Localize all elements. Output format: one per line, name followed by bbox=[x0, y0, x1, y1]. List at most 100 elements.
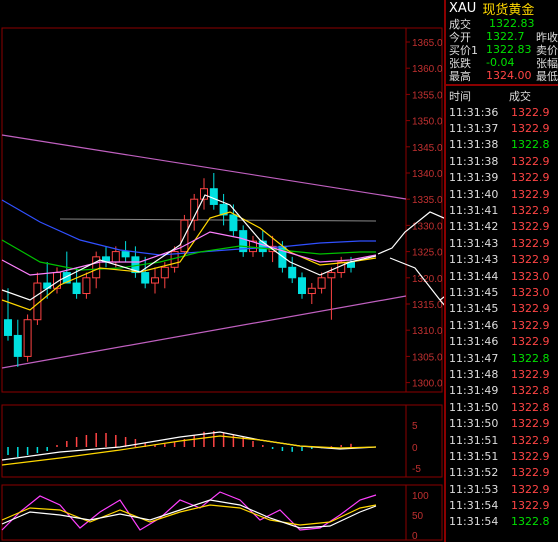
price-axis-label: 1340.0 bbox=[412, 169, 443, 180]
tick-price: 1322.9 bbox=[511, 302, 550, 316]
tick-time: 11:31:45 bbox=[449, 302, 499, 316]
macd-axis-label: 0 bbox=[412, 443, 418, 454]
tick-price: 1322.9 bbox=[511, 466, 550, 480]
ticks-header-time: 时间 bbox=[449, 90, 471, 103]
symbol-code: XAU bbox=[449, 1, 477, 16]
tick-row[interactable]: 11:31:43 1322.9 bbox=[446, 252, 558, 268]
macd-axis-label: -5 bbox=[412, 464, 421, 475]
candle-down bbox=[288, 266, 297, 279]
tick-price: 1322.8 bbox=[511, 515, 550, 529]
tick-time: 11:31:38 bbox=[449, 154, 499, 168]
resistance-line bbox=[59, 218, 377, 222]
candle-up bbox=[317, 277, 326, 289]
tick-row[interactable]: 11:31:40 1322.9 bbox=[446, 186, 558, 202]
tick-row[interactable]: 11:31:46 1322.9 bbox=[446, 333, 558, 349]
candle-up bbox=[111, 251, 120, 263]
tick-time: 11:31:50 bbox=[449, 417, 499, 431]
tick-time: 11:31:40 bbox=[449, 187, 499, 201]
tick-price: 1322.9 bbox=[511, 220, 550, 234]
macd-dea-line bbox=[1, 435, 377, 466]
tick-row[interactable]: 11:31:53 1322.9 bbox=[446, 481, 558, 497]
price-axis-label: 1350.0 bbox=[412, 117, 443, 128]
tick-row[interactable]: 11:31:46 1322.9 bbox=[446, 317, 558, 333]
tick-time: 11:31:51 bbox=[449, 449, 499, 463]
price-axis-label: 1365.0 bbox=[412, 38, 443, 49]
tick-time: 11:31:46 bbox=[449, 335, 499, 349]
tick-time: 11:31:41 bbox=[449, 204, 499, 218]
tick-time: 11:31:45 bbox=[449, 285, 499, 299]
candlestick-chart[interactable]: 1365.0 1360.0 1355.0 1350.0 1345.0 1340.0 1335… bbox=[0, 0, 444, 542]
quote-label: 最高 bbox=[449, 69, 471, 83]
candle-up bbox=[307, 287, 316, 295]
candle-down bbox=[229, 214, 238, 232]
tick-price: 1322.9 bbox=[511, 122, 550, 136]
tick-row[interactable]: 11:31:37 1322.9 bbox=[446, 120, 558, 136]
quote-panel: XAU 现货黄金 成交 1322.83 今开 1322.7 昨收 买价1 1322.83 卖价… bbox=[444, 0, 558, 542]
tick-time: 11:31:48 bbox=[449, 367, 499, 381]
candle-down bbox=[298, 277, 306, 295]
tick-row[interactable]: 11:31:36 1322.9 bbox=[446, 104, 558, 120]
candle-down bbox=[72, 282, 81, 295]
tick-price: 1322.9 bbox=[511, 187, 550, 201]
tick-row[interactable]: 11:31:47 1322.8 bbox=[446, 350, 558, 366]
quote-label-2: 卖价 bbox=[536, 43, 558, 57]
tick-row[interactable]: 11:31:54 1322.9 bbox=[446, 497, 558, 513]
tick-row[interactable]: 11:31:42 1322.9 bbox=[446, 219, 558, 235]
tick-price: 1322.8 bbox=[511, 351, 550, 365]
tick-price: 1322.9 bbox=[511, 105, 550, 119]
tick-row[interactable]: 11:31:39 1322.9 bbox=[446, 170, 558, 186]
tick-row[interactable]: 11:31:48 1322.9 bbox=[446, 366, 558, 382]
tick-row[interactable]: 11:31:51 1322.9 bbox=[446, 432, 558, 448]
tick-time: 11:31:46 bbox=[449, 318, 499, 332]
tick-row[interactable]: 11:31:49 1322.8 bbox=[446, 383, 558, 399]
quote-label-2: 最低 bbox=[536, 69, 558, 83]
price-axis-label: 1305.0 bbox=[412, 352, 443, 363]
tick-time: 11:31:47 bbox=[449, 351, 499, 365]
quote-label: 张跌 bbox=[449, 56, 471, 70]
ticks-list[interactable]: 11:31:36 1322.9 11:31:37 1322.9 11:31:38 1322… bbox=[446, 104, 558, 530]
price-axis-label: 1355.0 bbox=[412, 90, 443, 101]
price-axis-label: 1345.0 bbox=[412, 143, 443, 154]
tick-time: 11:31:43 bbox=[449, 236, 499, 250]
tick-price: 1322.9 bbox=[511, 204, 550, 218]
quote-label: 买价1 bbox=[449, 43, 478, 57]
chart-area[interactable]: 1365.0 1360.0 1355.0 1350.0 1345.0 1340.0 1335… bbox=[0, 0, 444, 542]
tick-price: 1323.0 bbox=[511, 269, 550, 283]
tick-time: 11:31:54 bbox=[449, 499, 499, 513]
tick-price: 1322.9 bbox=[511, 253, 550, 267]
tick-price: 1322.9 bbox=[511, 482, 550, 496]
tick-time: 11:31:44 bbox=[449, 269, 499, 283]
tick-row[interactable]: 11:31:45 1322.9 bbox=[446, 301, 558, 317]
tick-row[interactable]: 11:31:45 1323.0 bbox=[446, 284, 558, 300]
tick-row[interactable]: 11:31:41 1322.9 bbox=[446, 202, 558, 218]
macd-axis-label: 5 bbox=[412, 421, 418, 432]
tick-row[interactable]: 11:31:43 1322.9 bbox=[446, 235, 558, 251]
quote-row: 买价1 1322.83 卖价 bbox=[446, 43, 558, 56]
macd-dif-line bbox=[1, 431, 377, 461]
candle-up bbox=[160, 266, 169, 279]
tick-row[interactable]: 11:31:38 1322.9 bbox=[446, 153, 558, 169]
tick-row[interactable]: 11:31:44 1323.0 bbox=[446, 268, 558, 284]
quote-value: -0.04 bbox=[486, 56, 515, 69]
quote-row: 今开 1322.7 昨收 bbox=[446, 30, 558, 43]
tick-time: 11:31:50 bbox=[449, 400, 499, 414]
tick-row[interactable]: 11:31:52 1322.9 bbox=[446, 465, 558, 481]
kdj-axis-label: 100 bbox=[412, 491, 429, 502]
candle-up bbox=[327, 272, 336, 279]
tick-price: 1322.9 bbox=[511, 318, 550, 332]
tick-price: 1322.9 bbox=[511, 171, 550, 185]
quote-label-2: 昨收 bbox=[536, 30, 558, 44]
tick-time: 11:31:39 bbox=[449, 171, 499, 185]
quote-value: 1322.7 bbox=[486, 30, 525, 43]
tick-price: 1322.8 bbox=[511, 138, 550, 152]
tick-row[interactable]: 11:31:38 1322.8 bbox=[446, 137, 558, 153]
tick-row[interactable]: 11:31:51 1322.9 bbox=[446, 448, 558, 464]
tick-row[interactable]: 11:31:50 1322.8 bbox=[446, 399, 558, 415]
candle-up bbox=[23, 319, 32, 357]
tick-row[interactable]: 11:31:54 1322.8 bbox=[446, 514, 558, 530]
tick-price: 1322.8 bbox=[511, 400, 550, 414]
tick-time: 11:31:49 bbox=[449, 384, 499, 398]
tick-row[interactable]: 11:31:50 1322.9 bbox=[446, 415, 558, 431]
quote-row: 最高 1324.00 最低 bbox=[446, 69, 558, 82]
price-axis-label: 1315.0 bbox=[412, 300, 443, 311]
